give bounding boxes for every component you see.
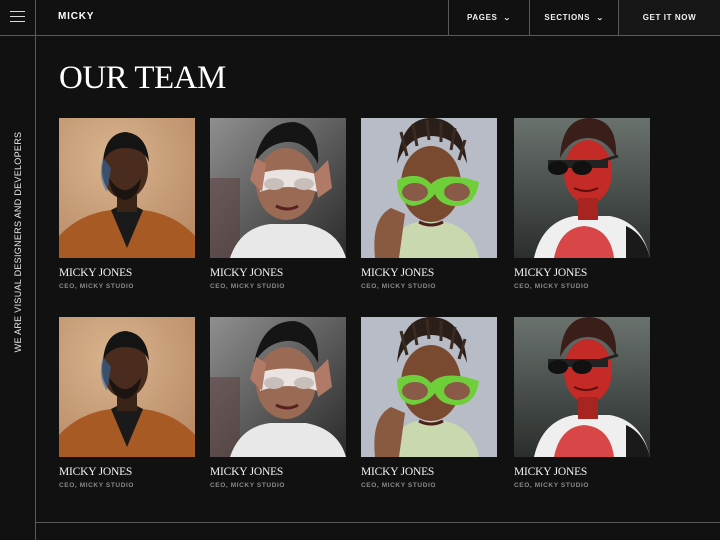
nav-pages-dropdown[interactable]: PAGES ⌄ (448, 0, 529, 35)
portrait-white-sunglasses (210, 118, 346, 258)
top-navigation-bar: MICKY PAGES ⌄ SECTIONS ⌄ GET IT NOW (36, 0, 720, 36)
get-it-now-button[interactable]: GET IT NOW (618, 0, 720, 35)
team-member-card[interactable]: MICKY JONES CEO, MICKY STUDIO (210, 118, 346, 290)
member-role: CEO, MICKY STUDIO (361, 283, 437, 290)
portrait-green-sunglasses (361, 118, 497, 258)
member-role: CEO, MICKY STUDIO (59, 283, 135, 290)
sidebar-tagline: WE ARE VISUAL DESIGNERS AND DEVELOPERS (13, 131, 23, 353)
chevron-down-icon: ⌄ (503, 14, 512, 22)
portrait-green-sunglasses (361, 317, 497, 457)
member-role: CEO, MICKY STUDIO (514, 482, 590, 489)
member-photo (59, 118, 195, 258)
team-member-card[interactable]: MICKY JONES CEO, MICKY STUDIO (514, 118, 650, 290)
footer-divider (36, 522, 720, 523)
site-logo[interactable]: MICKY (58, 0, 94, 34)
member-role: CEO, MICKY STUDIO (59, 482, 135, 489)
team-member-card[interactable]: MICKY JONES CEO, MICKY STUDIO (210, 317, 346, 489)
portrait-orange-jacket (59, 118, 195, 258)
member-photo (361, 118, 497, 258)
portrait-red-light (514, 118, 650, 258)
sidebar-divider (0, 35, 36, 36)
member-photo (361, 317, 497, 457)
member-role: CEO, MICKY STUDIO (210, 482, 286, 489)
member-name: MICKY JONES (59, 466, 133, 478)
nav-sections-dropdown[interactable]: SECTIONS ⌄ (529, 0, 618, 35)
member-name: MICKY JONES (361, 466, 435, 478)
team-grid: MICKY JONES CEO, MICKY STUDIO MICKY JONE… (59, 118, 659, 498)
member-name: MICKY JONES (361, 267, 435, 279)
portrait-orange-jacket (59, 317, 195, 457)
member-role: CEO, MICKY STUDIO (514, 283, 590, 290)
sidebar: WE ARE VISUAL DESIGNERS AND DEVELOPERS (0, 0, 36, 540)
team-member-card[interactable]: MICKY JONES CEO, MICKY STUDIO (361, 317, 497, 489)
hamburger-menu-icon[interactable] (10, 11, 25, 22)
member-name: MICKY JONES (210, 267, 284, 279)
nav-pages-label: PAGES (467, 13, 498, 22)
member-photo (210, 118, 346, 258)
member-role: CEO, MICKY STUDIO (361, 482, 437, 489)
member-name: MICKY JONES (514, 466, 588, 478)
member-photo (59, 317, 195, 457)
member-name: MICKY JONES (514, 267, 588, 279)
team-member-card[interactable]: MICKY JONES CEO, MICKY STUDIO (59, 118, 195, 290)
chevron-down-icon: ⌄ (596, 14, 605, 22)
team-member-card[interactable]: MICKY JONES CEO, MICKY STUDIO (361, 118, 497, 290)
member-photo (514, 317, 650, 457)
member-photo (210, 317, 346, 457)
member-photo (514, 118, 650, 258)
nav-sections-label: SECTIONS (544, 13, 591, 22)
team-member-card[interactable]: MICKY JONES CEO, MICKY STUDIO (514, 317, 650, 489)
page-title: OUR TEAM (59, 60, 226, 96)
member-role: CEO, MICKY STUDIO (210, 283, 286, 290)
portrait-white-sunglasses (210, 317, 346, 457)
team-member-card[interactable]: MICKY JONES CEO, MICKY STUDIO (59, 317, 195, 489)
portrait-red-light (514, 317, 650, 457)
member-name: MICKY JONES (210, 466, 284, 478)
get-it-now-label: GET IT NOW (642, 13, 697, 22)
member-name: MICKY JONES (59, 267, 133, 279)
